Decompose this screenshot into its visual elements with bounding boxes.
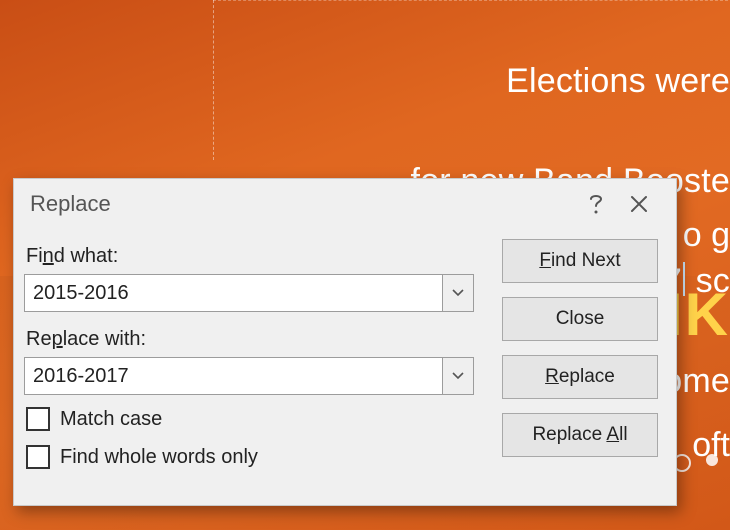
find-next-button[interactable]: Find Next (502, 239, 658, 283)
check2-pre: Find (60, 446, 104, 468)
find-label-post: d what: (54, 245, 118, 267)
replace-with-combo (24, 357, 474, 395)
chevron-down-icon (452, 372, 464, 380)
replace-with-label: Replace with: (26, 328, 478, 351)
check1-post: ase (130, 408, 162, 430)
chevron-down-icon (452, 289, 464, 297)
dialog-title: Replace (30, 191, 576, 217)
replaceall-pre: Replace (532, 424, 606, 445)
close-icon (630, 195, 648, 213)
textbox-guide-vertical (213, 0, 214, 160)
findnext-post: ind Next (551, 250, 621, 271)
options-group: Match case Find whole words only (24, 407, 478, 469)
replace-dialog: Replace Find what: (13, 178, 677, 506)
whole-words-label: Find whole words only (60, 446, 258, 469)
replace-button[interactable]: Replace (502, 355, 658, 399)
close-button[interactable] (616, 195, 662, 213)
replaceall-ul: A (606, 424, 619, 445)
whole-words-checkbox[interactable]: Find whole words only (26, 445, 478, 469)
check1-pre: Match (60, 408, 120, 430)
replace-label-ul: p (52, 328, 63, 350)
check1-ul: c (120, 408, 130, 430)
checkbox-box-icon (26, 407, 50, 431)
help-icon (588, 193, 604, 215)
dialog-left-column: Find what: Replace with: (24, 239, 478, 469)
replace-post: eplace (559, 366, 615, 387)
match-case-checkbox[interactable]: Match case (26, 407, 478, 431)
find-label-pre: Fi (26, 245, 43, 267)
replace-with-dropdown[interactable] (442, 358, 473, 394)
find-what-combo (24, 274, 474, 312)
slide-lower-2: l t (704, 526, 730, 530)
check2-post: hole words only (119, 446, 258, 468)
slide-line-5: o g (683, 216, 730, 255)
dialog-button-column: Find Next Close Replace Replace All (502, 239, 658, 469)
find-what-input[interactable] (25, 275, 442, 311)
find-label-ul: n (43, 245, 54, 267)
replace-label-pre: Re (26, 328, 52, 350)
replace-all-button[interactable]: Replace All (502, 413, 658, 457)
nav-dot-icon[interactable] (706, 454, 718, 466)
dialog-body: Find what: Replace with: (14, 229, 676, 485)
replace-ul: R (545, 366, 559, 387)
match-case-label: Match case (60, 408, 162, 431)
slide-line-1: Elections were (506, 62, 730, 100)
slide-canvas: Elections were for new Band Booste 2016-… (0, 0, 730, 530)
help-button[interactable] (576, 193, 616, 215)
find-what-label: Find what: (26, 245, 478, 268)
replaceall-post: ll (619, 424, 627, 445)
slide-nav-dots (673, 454, 718, 472)
dialog-titlebar[interactable]: Replace (14, 179, 676, 229)
find-what-dropdown[interactable] (442, 275, 473, 311)
replace-label-post: lace with: (63, 328, 146, 350)
findnext-ul: F (539, 250, 551, 271)
checkbox-box-icon (26, 445, 50, 469)
check2-ul: w (104, 446, 118, 468)
textbox-guide-horizontal (213, 0, 730, 1)
close-dialog-button[interactable]: Close (502, 297, 658, 341)
replace-with-input[interactable] (25, 358, 442, 394)
